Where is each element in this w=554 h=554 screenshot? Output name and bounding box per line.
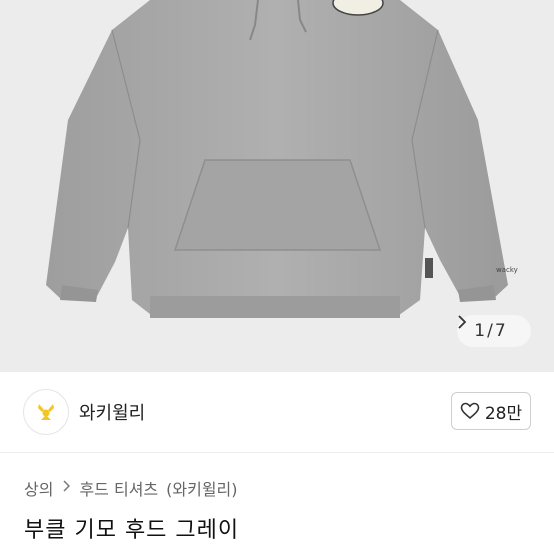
page-indicator[interactable]: 1 / 7	[457, 315, 531, 347]
like-count: 28만	[484, 403, 523, 424]
breadcrumb-category[interactable]: 상의	[24, 476, 53, 500]
product-image-label: wacky	[496, 266, 518, 274]
product-image-gallery[interactable]: wacky 1 / 7	[0, 0, 554, 372]
breadcrumb: 상의 후드 티셔츠 (와키윌리)	[24, 476, 238, 500]
chevron-right-icon	[62, 480, 71, 496]
heart-outline-icon	[460, 402, 480, 420]
like-button[interactable]: 28만	[451, 392, 531, 430]
breadcrumb-brand[interactable]: (와키윌리)	[166, 476, 237, 500]
shop-logo[interactable]	[23, 389, 69, 435]
product-title: 부클 기모 후드 그레이	[24, 518, 240, 543]
wacky-willy-logo-icon	[38, 404, 54, 420]
breadcrumb-subcategory[interactable]: 후드 티셔츠	[79, 476, 158, 500]
total-pages: 7	[494, 321, 506, 341]
shop-name[interactable]: 와키윌리	[79, 399, 145, 425]
page-separator: /	[487, 321, 493, 341]
current-page: 1	[474, 321, 486, 341]
